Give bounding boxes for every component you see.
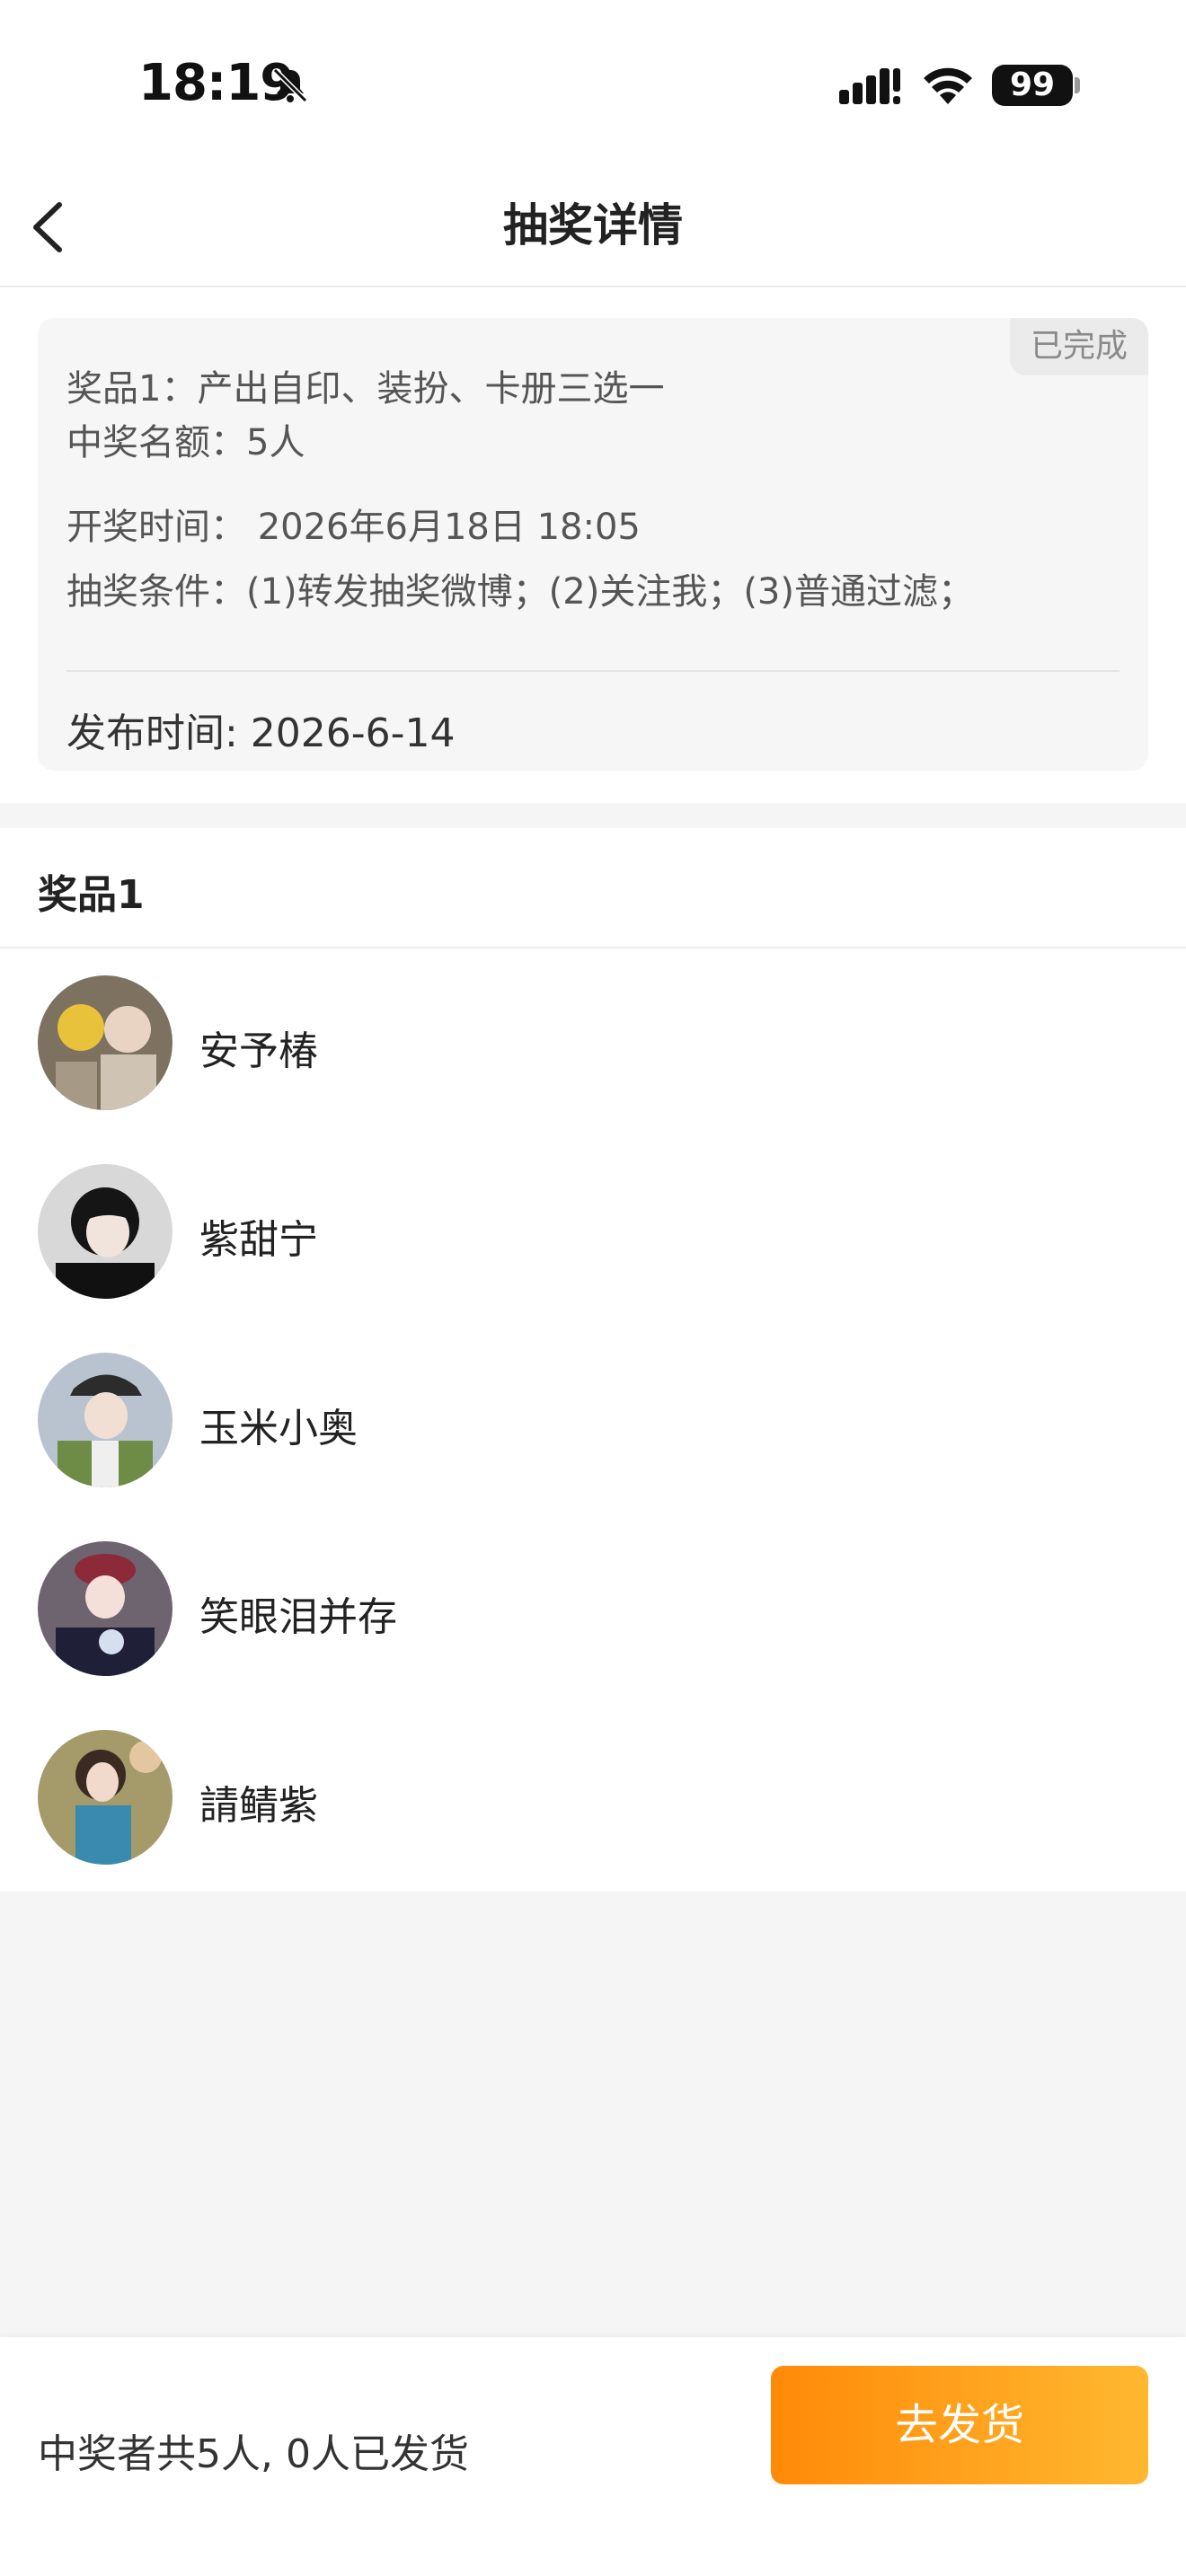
- winner-name: 笑眼泪并存: [199, 1594, 397, 1640]
- avatar[interactable]: [38, 1164, 173, 1299]
- list-item[interactable]: 紫甜宁: [0, 1137, 1186, 1326]
- prize-text: 奖品1：产出自印、装扮、卡册三选一: [66, 368, 665, 410]
- winners-section: 奖品1 安予椿 紫甜宁 玉米小奥 笑眼泪并存 請鲭紫: [0, 828, 1186, 1892]
- winner-name: 安予椿: [199, 1028, 318, 1074]
- ship-button[interactable]: 去发货: [771, 2366, 1148, 2484]
- back-arrow-icon[interactable]: [22, 196, 75, 259]
- info-divider: [66, 670, 1120, 672]
- winner-quota-text: 中奖名额：5人: [66, 422, 305, 463]
- winner-name: 紫甜宁: [199, 1217, 318, 1263]
- status-bar: 18:19 99: [0, 0, 1186, 171]
- avatar[interactable]: [38, 1353, 173, 1487]
- list-item[interactable]: 安予椿: [0, 948, 1186, 1137]
- lottery-info-card: 已完成 奖品1：产出自印、装扮、卡册三选一 中奖名额：5人 开奖时间： 2026…: [38, 318, 1148, 771]
- publish-time-text: 发布时间: 2026-6-14: [66, 710, 456, 756]
- draw-conditions-text: 抽奖条件：(1)转发抽奖微博；(2)关注我；(3)普通过滤；: [66, 571, 974, 613]
- battery-tip: [1075, 77, 1080, 93]
- avatar[interactable]: [38, 1541, 173, 1676]
- winners-title: 奖品1: [38, 872, 145, 918]
- wifi-icon: [924, 67, 972, 104]
- list-item[interactable]: 玉米小奥: [0, 1326, 1186, 1514]
- list-item[interactable]: 請鲭紫: [0, 1703, 1186, 1892]
- lottery-info-section: 已完成 奖品1：产出自印、装扮、卡册三选一 中奖名额：5人 开奖时间： 2026…: [0, 287, 1186, 803]
- bell-muted-icon: [272, 67, 308, 103]
- winner-name: 請鲭紫: [199, 1783, 318, 1829]
- draw-time-text: 开奖时间： 2026年6月18日 18:05: [66, 507, 641, 548]
- signal-icon: [839, 68, 900, 104]
- avatar[interactable]: [38, 1730, 173, 1865]
- battery-indicator: 99: [992, 65, 1073, 106]
- list-item[interactable]: 笑眼泪并存: [0, 1514, 1186, 1703]
- shipping-summary-text: 中奖者共5人, 0人已发货: [38, 2431, 469, 2477]
- winners-header: 奖品1: [0, 828, 1186, 948]
- avatar[interactable]: [38, 975, 173, 1110]
- winner-name: 玉米小奥: [199, 1406, 358, 1451]
- nav-bar: 抽奖详情: [0, 171, 1186, 287]
- page-title: 抽奖详情: [503, 199, 683, 251]
- status-badge: 已完成: [1010, 318, 1148, 375]
- bottom-action-bar: 中奖者共5人, 0人已发货 去发货: [0, 2337, 1186, 2576]
